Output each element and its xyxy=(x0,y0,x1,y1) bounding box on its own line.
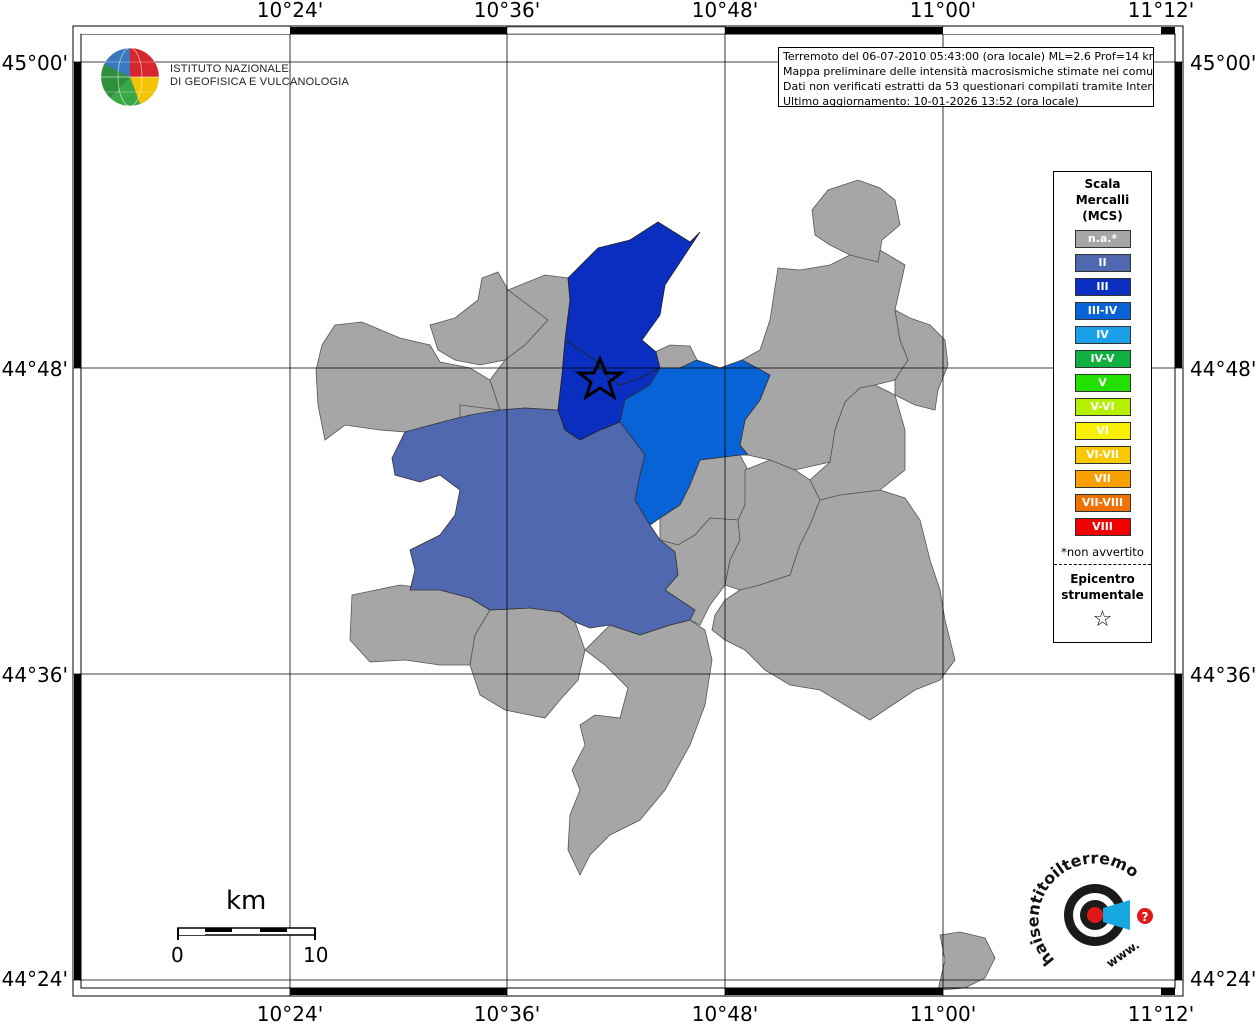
lat-label-left-1: 45°00' xyxy=(2,51,68,75)
lon-label-top-4: 11°00' xyxy=(910,0,976,22)
legend-items: n.a.* II III III-IV IV IV-V V V-VI VI VI-VII VII VI… xyxy=(1054,230,1151,536)
legend-swatch: VII-VIII xyxy=(1074,494,1131,512)
legend-title-line1: Scala xyxy=(1084,177,1121,191)
legend-swatch: IV-V xyxy=(1074,350,1131,368)
legend-epicentre: Epicentro strumentale xyxy=(1054,571,1151,603)
legend-swatch: VII xyxy=(1074,470,1131,488)
legend-swatch: V-VI xyxy=(1074,398,1131,416)
legend-swatch: II xyxy=(1074,254,1131,272)
legend-swatch: VIII xyxy=(1074,518,1131,536)
lon-label-top-1: 10°24' xyxy=(257,0,323,22)
legend-swatch: III-IV xyxy=(1074,302,1131,320)
legend-note: *non avvertito xyxy=(1061,545,1144,559)
lon-label-top-3: 10°48' xyxy=(692,0,758,22)
lon-label-bottom-3: 10°48' xyxy=(692,1002,758,1024)
lon-label-bottom-2: 10°36' xyxy=(474,1002,540,1024)
legend-star-icon: ☆ xyxy=(1092,607,1113,632)
scale-unit: km xyxy=(226,886,267,916)
info-line-3: Dati non verificati estratti da 53 quest… xyxy=(783,80,1154,93)
lon-label-bottom-5: 11°12' xyxy=(1128,1002,1194,1024)
scale-start: 0 xyxy=(171,943,184,967)
badge-question-mark: ? xyxy=(1142,910,1149,924)
lon-label-top-2: 10°36' xyxy=(474,0,540,22)
lat-label-right-4: 44°24' xyxy=(1190,967,1255,991)
lat-label-left-4: 44°24' xyxy=(2,967,68,991)
legend-separator xyxy=(1054,564,1151,565)
legend-title-line2: Mercalli xyxy=(1075,193,1130,207)
legend-swatch: III xyxy=(1074,278,1131,296)
legend-swatch: VI-VII xyxy=(1074,446,1131,464)
lat-label-left-3: 44°36' xyxy=(2,663,68,687)
lon-label-top-5: 11°12' xyxy=(1128,0,1194,22)
legend-title-line3: (MCS) xyxy=(1082,209,1123,223)
mcs-legend: Scala Mercalli (MCS) n.a.* II III III-IV IV I… xyxy=(1053,171,1152,643)
scale-end: 10 xyxy=(303,943,329,967)
legend-swatch: VI xyxy=(1074,422,1131,440)
lat-label-right-1: 45°00' xyxy=(1190,51,1255,75)
ingv-name-line2: DI GEOFISICA E VULCANOLOGIA xyxy=(170,76,349,88)
ingv-name-line1: ISTITUTO NAZIONALE xyxy=(170,63,289,75)
legend-swatch: IV xyxy=(1074,326,1131,344)
info-line-4: Ultimo aggiornamento: 10-01-2026 13:52 (… xyxy=(783,95,1079,107)
lat-label-right-2: 44°48' xyxy=(1190,357,1255,381)
earthquake-info-box: Terremoto del 06-07-2010 05:43:00 (ora l… xyxy=(778,47,1154,107)
legend-title: Scala Mercalli (MCS) xyxy=(1054,176,1151,224)
lon-label-bottom-1: 10°24' xyxy=(257,1002,323,1024)
legend-epicentre-line1: Epicentro xyxy=(1070,572,1135,586)
ingv-name: ISTITUTO NAZIONALE DI GEOFISICA E VULCAN… xyxy=(170,63,349,89)
legend-epicentre-line2: strumentale xyxy=(1061,588,1144,602)
legend-swatch: V xyxy=(1074,374,1131,392)
info-line-2: Mappa preliminare delle intensità macros… xyxy=(783,65,1154,78)
legend-swatch: n.a.* xyxy=(1074,230,1131,248)
lat-label-left-2: 44°48' xyxy=(2,357,68,381)
lon-label-bottom-4: 11°00' xyxy=(910,1002,976,1024)
info-line-1: Terremoto del 06-07-2010 05:43:00 (ora l… xyxy=(783,50,1154,63)
lat-label-right-3: 44°36' xyxy=(1190,663,1255,687)
ingv-globe-logo xyxy=(100,47,160,107)
